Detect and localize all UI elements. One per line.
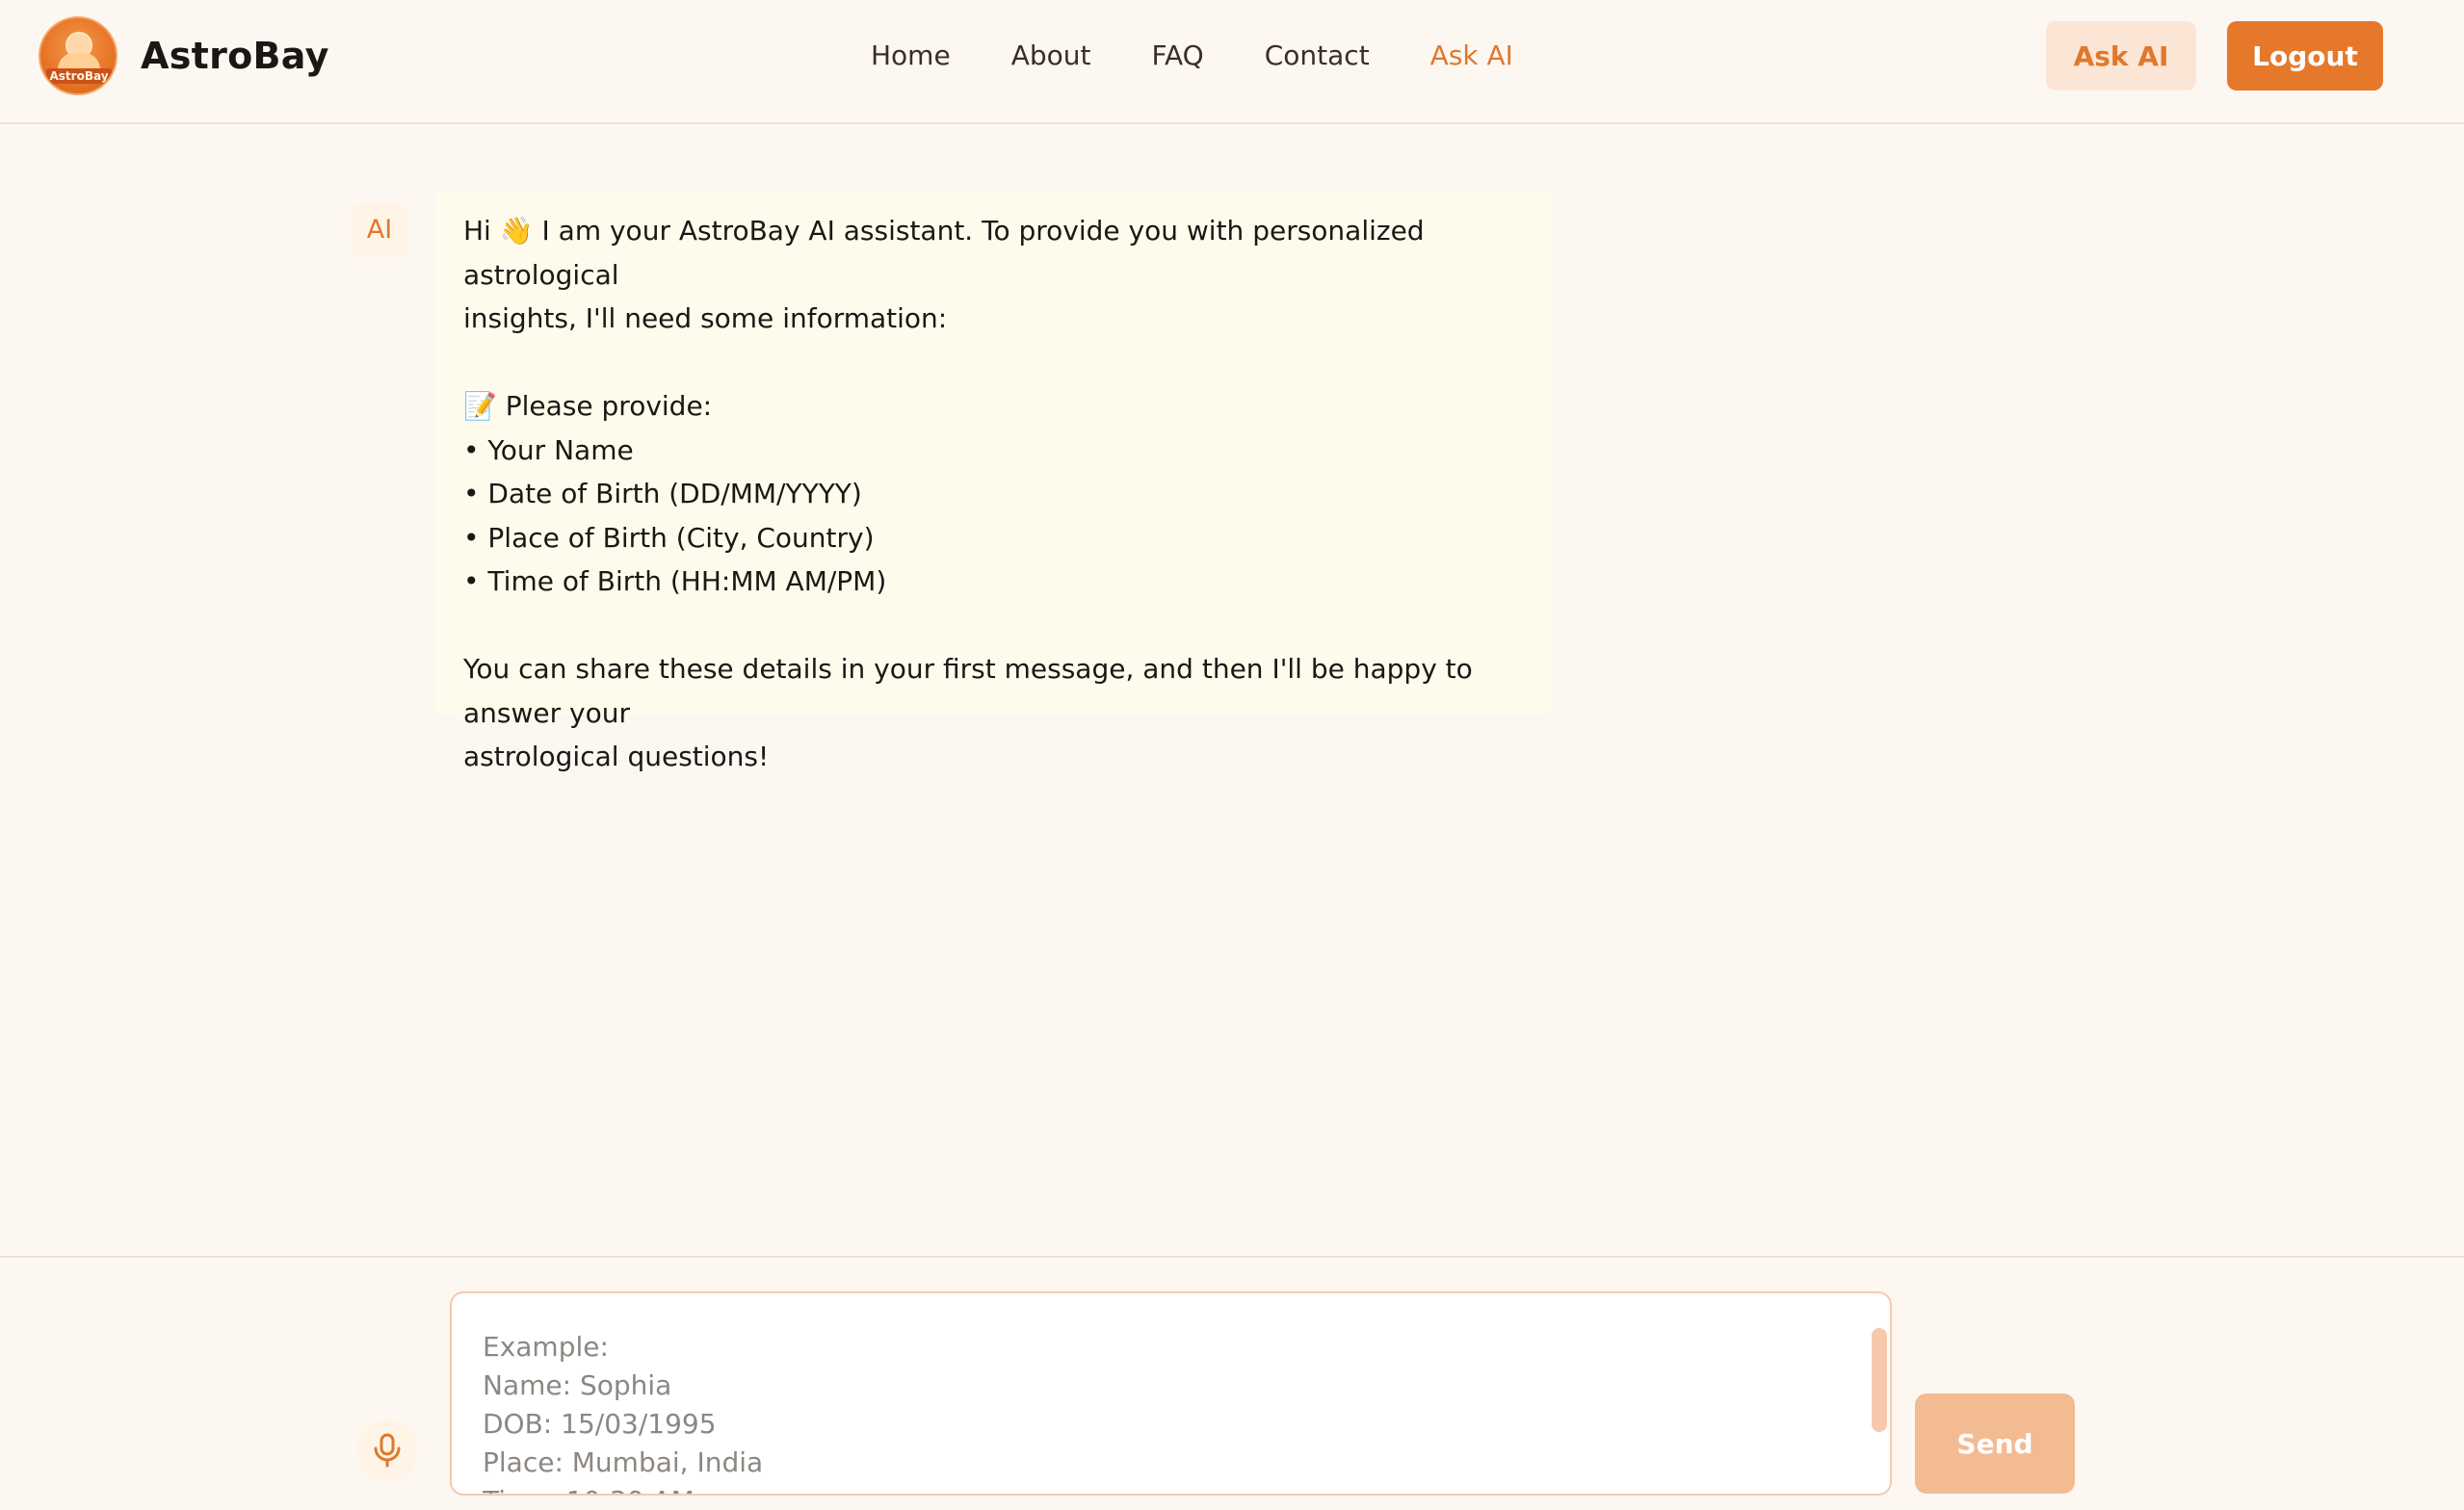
message-bullet: • Time of Birth (HH:MM AM/PM) — [463, 565, 887, 597]
nav-link-faq[interactable]: FAQ — [1151, 37, 1203, 75]
ai-message-bubble: Hi 👋 I am your AstroBay AI assistant. To… — [434, 190, 1552, 772]
message-bullet: • Place of Birth (City, Country) — [463, 521, 875, 554]
send-button[interactable]: Send — [1915, 1393, 2075, 1494]
microphone-button[interactable] — [356, 1419, 418, 1481]
chat-area[interactable]: AI Hi 👋 I am your AstroBay AI assistant.… — [0, 124, 2464, 1256]
nav-link-about[interactable]: About — [1011, 37, 1091, 75]
message-input-wrapper — [450, 1291, 1892, 1496]
message-line: astrological questions! — [463, 741, 770, 772]
astrobay-logo[interactable]: AstroBay — [39, 16, 118, 95]
logout-button[interactable]: Logout — [2227, 21, 2383, 91]
ask-ai-button[interactable]: Ask AI — [2046, 21, 2196, 91]
input-scrollbar[interactable] — [1872, 1328, 1887, 1432]
nav-link-ask-ai[interactable]: Ask AI — [1430, 37, 1513, 75]
message-line: You can share these details in your firs… — [463, 653, 1473, 729]
message-composer: Send — [0, 1256, 2464, 1510]
message-bullet: • Your Name — [463, 433, 634, 466]
message-bullet: • Date of Birth (DD/MM/YYYY) — [463, 478, 862, 509]
brand[interactable]: AstroBay AstroBay — [39, 16, 329, 95]
microphone-icon — [374, 1433, 401, 1468]
nav-link-home[interactable]: Home — [871, 37, 951, 75]
logo-banner-text: AstroBay — [46, 68, 112, 84]
message-input[interactable] — [452, 1293, 1858, 1494]
message-line: Hi 👋 I am your AstroBay AI assistant. To… — [463, 215, 1425, 291]
brand-name[interactable]: AstroBay — [141, 35, 329, 77]
ai-avatar: AI — [351, 203, 408, 257]
nav-link-contact[interactable]: Contact — [1265, 37, 1370, 75]
message-line: insights, I'll need some information: — [463, 302, 948, 334]
main-nav: Home About FAQ Contact Ask AI — [871, 37, 1574, 75]
message-prompt: 📝 Please provide: — [463, 390, 713, 422]
top-navbar: AstroBay AstroBay Home About FAQ Contact… — [0, 0, 2464, 124]
